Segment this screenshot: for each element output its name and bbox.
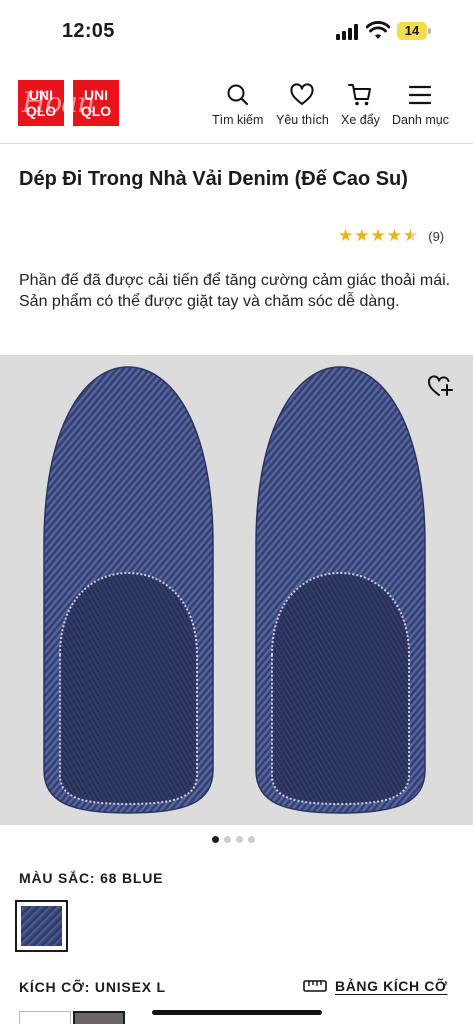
nav-search-label: Tìm kiếm [212,113,264,127]
star-icon: ★ [386,226,402,245]
carousel-dot[interactable] [224,836,231,843]
cart-icon [348,84,372,106]
product-image[interactable] [0,355,473,825]
battery-icon: 14 [397,22,431,40]
review-count[interactable]: (9) [428,229,444,244]
size-label: KÍCH CỠ: UNISEX L [19,979,166,995]
search-icon [227,84,248,106]
wishlist-add-icon[interactable] [427,372,455,400]
star-icon: ★ [354,226,370,245]
cellular-signal-icon [336,24,360,40]
nav-menu[interactable]: Danh mục [392,82,449,127]
nav-wishlist[interactable]: Yêu thích [276,82,329,127]
logo-watermark: Hoàn [22,86,95,119]
ruler-icon [303,980,327,992]
battery-level: 14 [404,23,420,38]
status-time: 12:05 [62,20,115,42]
nav-menu-label: Danh mục [392,113,449,127]
nav-cart-label: Xe đẩy [341,113,380,127]
swatch-fabric [21,906,62,946]
carousel-dot-active[interactable] [212,836,219,843]
carousel-dot[interactable] [248,836,255,843]
product-description: Phần đế đã được cải tiến để tăng cường c… [19,272,451,310]
size-option[interactable] [19,1011,71,1024]
slippers-illustration [43,366,426,814]
product-rating[interactable]: ★ ★ ★ ★ ★ (9) [338,226,444,246]
nav-search[interactable]: Tìm kiếm [212,82,263,127]
carousel-dot[interactable] [236,836,243,843]
status-bar: 12:05 14 [0,0,473,62]
wifi-icon [366,21,390,39]
half-star-icon: ★ [403,226,419,245]
product-title: Dép Đi Trong Nhà Vải Denim (Đế Cao Su) [19,168,408,190]
carousel-indicator[interactable] [212,836,260,843]
size-guide-link[interactable]: BẢNG KÍCH CỠ [303,978,447,994]
heart-icon [290,83,314,105]
star-icon: ★ [370,226,386,245]
home-indicator [152,1010,322,1015]
nav-wishlist-label: Yêu thích [276,113,329,127]
color-label: MÀU SẮC: 68 BLUE [19,870,164,886]
star-icon: ★ [338,226,354,245]
menu-icon [409,85,432,105]
site-header: UNI QLO UNI QLO Hoàn Tìm kiếm Yêu thích … [0,62,473,144]
uniqlo-logo[interactable]: UNI QLO UNI QLO Hoàn [18,80,119,126]
size-guide-label[interactable]: BẢNG KÍCH CỠ [335,978,447,994]
color-swatch-blue[interactable] [15,900,68,952]
size-option-selected[interactable] [73,1011,125,1024]
nav-cart[interactable]: Xe đẩy [341,82,380,127]
